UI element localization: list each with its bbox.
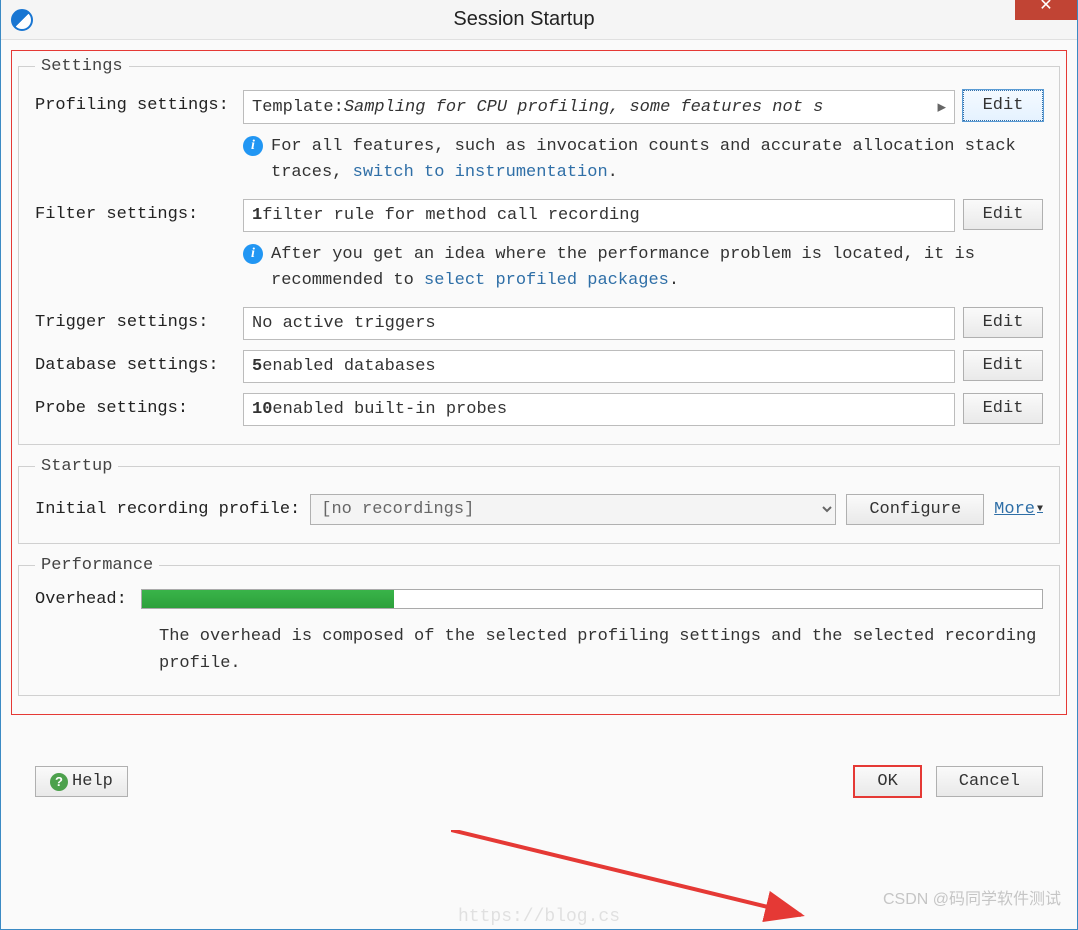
database-edit-button[interactable]: Edit xyxy=(963,350,1043,381)
watermark-url: https://blog.cs xyxy=(458,907,620,927)
trigger-label: Trigger settings: xyxy=(35,307,235,332)
arrow-right-icon: ▸ xyxy=(937,97,946,117)
database-label: Database settings: xyxy=(35,350,235,375)
performance-legend: Performance xyxy=(35,556,159,575)
profiling-value[interactable]: Template: Sampling for CPU profiling, so… xyxy=(243,90,955,124)
profiling-template-prefix: Template: xyxy=(252,98,344,117)
overhead-description: The overhead is composed of the selected… xyxy=(35,623,1043,677)
startup-legend: Startup xyxy=(35,457,118,476)
performance-group: Performance Overhead: The overhead is co… xyxy=(18,556,1060,696)
overhead-progress xyxy=(141,589,1043,609)
watermark: CSDN @码同学软件测试 xyxy=(883,885,1061,909)
profiling-template-name: Sampling for CPU profiling, some feature… xyxy=(344,98,823,117)
configure-button[interactable]: Configure xyxy=(846,494,984,525)
profiling-edit-button[interactable]: Edit xyxy=(963,90,1043,121)
filter-label: Filter settings: xyxy=(35,199,235,224)
startup-group: Startup Initial recording profile: [no r… xyxy=(18,457,1060,544)
profiling-info-text: For all features, such as invocation cou… xyxy=(271,134,1043,185)
profiling-label: Profiling settings: xyxy=(35,90,235,115)
titlebar: Session Startup ✕ xyxy=(1,0,1077,40)
initial-profile-dropdown[interactable]: [no recordings] xyxy=(310,494,836,525)
filter-edit-button[interactable]: Edit xyxy=(963,199,1043,230)
overhead-progress-fill xyxy=(142,590,394,608)
probe-edit-button[interactable]: Edit xyxy=(963,393,1043,424)
database-value[interactable]: 5 enabled databases xyxy=(243,350,955,383)
window-title: Session Startup xyxy=(33,8,1015,31)
close-button[interactable]: ✕ xyxy=(1015,0,1077,20)
switch-instrumentation-link[interactable]: switch to instrumentation xyxy=(353,163,608,182)
annotation-highlight: Settings Profiling settings: Template: S… xyxy=(11,50,1067,715)
help-icon: ? xyxy=(50,773,68,791)
settings-legend: Settings xyxy=(35,57,129,76)
ok-button[interactable]: OK xyxy=(853,765,921,798)
probe-value[interactable]: 10 enabled built-in probes xyxy=(243,393,955,426)
help-button[interactable]: ? Help xyxy=(35,766,128,797)
dialog-footer: ? Help OK Cancel xyxy=(11,715,1067,798)
app-icon xyxy=(11,9,33,31)
cancel-button[interactable]: Cancel xyxy=(936,766,1043,797)
select-packages-link[interactable]: select profiled packages xyxy=(424,271,669,290)
overhead-label: Overhead: xyxy=(35,590,127,609)
trigger-value[interactable]: No active triggers xyxy=(243,307,955,340)
settings-group: Settings Profiling settings: Template: S… xyxy=(18,57,1060,445)
filter-info-text: After you get an idea where the performa… xyxy=(271,242,1043,293)
initial-profile-label: Initial recording profile: xyxy=(35,500,300,519)
info-icon: i xyxy=(243,244,263,264)
info-icon: i xyxy=(243,136,263,156)
trigger-edit-button[interactable]: Edit xyxy=(963,307,1043,338)
session-startup-window: Session Startup ✕ Settings Profiling set… xyxy=(0,0,1078,930)
filter-value[interactable]: 1 filter rule for method call recording xyxy=(243,199,955,232)
more-dropdown[interactable]: More xyxy=(994,500,1043,519)
probe-label: Probe settings: xyxy=(35,393,235,418)
